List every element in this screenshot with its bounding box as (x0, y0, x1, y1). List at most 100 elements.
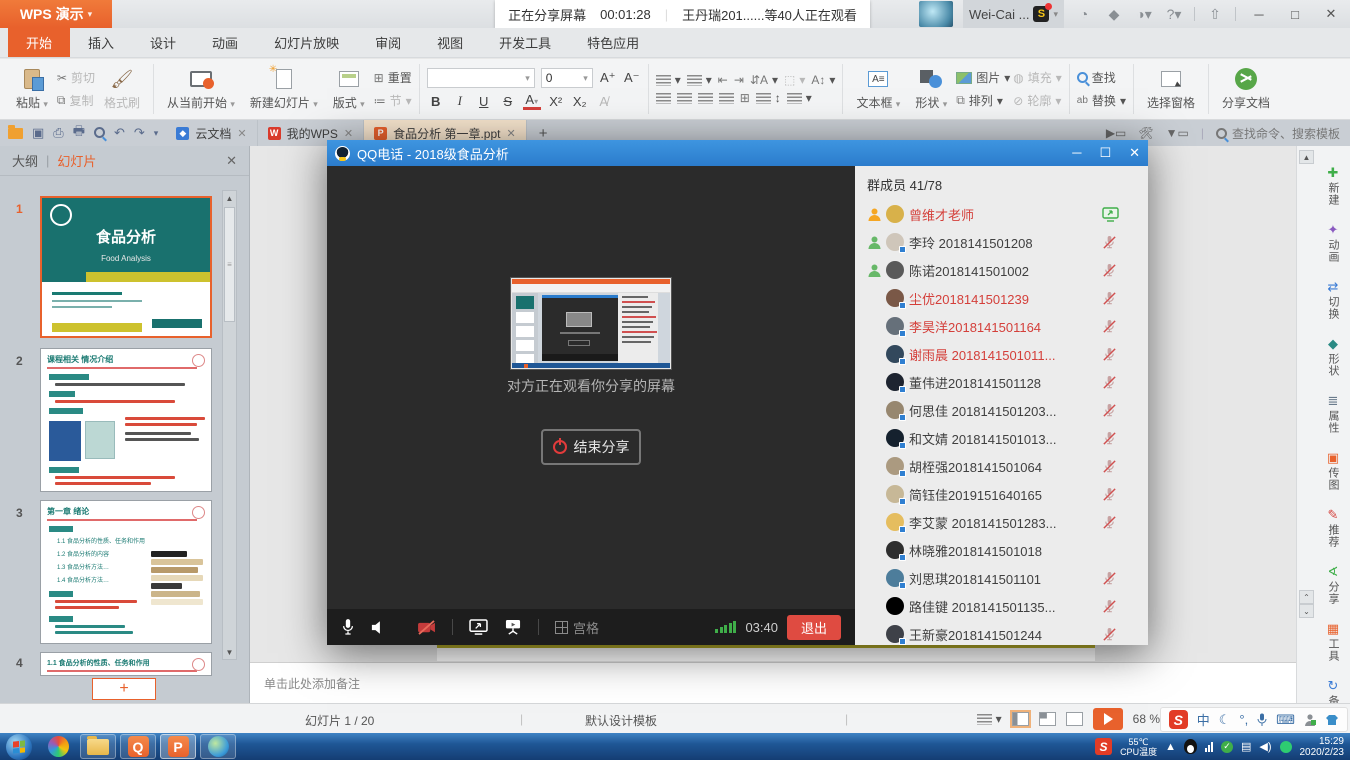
wps-logo[interactable]: WPS 演示▾ (0, 0, 112, 28)
ime-keyboard-icon[interactable]: ⌨ (1276, 712, 1295, 728)
distribute-button[interactable]: ⊞ (740, 91, 750, 105)
tray-green-icon[interactable] (1280, 741, 1292, 753)
tray-sogou-icon[interactable]: S (1095, 738, 1112, 755)
upload-icon[interactable]: ⇧ (1205, 6, 1225, 23)
increase-indent-button[interactable]: ⇥ (734, 73, 744, 87)
tab-outline[interactable]: 大纲 (12, 151, 38, 170)
redo-icon[interactable]: ↷ (134, 125, 145, 141)
qq-minimize-button[interactable]: ─ (1072, 145, 1081, 161)
replace-button[interactable]: ab替换 ▾ (1077, 92, 1126, 109)
ime-punctuation-icon[interactable]: °, (1239, 712, 1248, 727)
qq-close-button[interactable]: ✕ (1129, 145, 1140, 161)
notes-toggle-button[interactable]: ▾ (977, 712, 1002, 726)
menu-tab-5[interactable]: 幻灯片放映 (256, 28, 357, 57)
taskbar-browser-icon[interactable] (200, 734, 236, 759)
account-avatar[interactable] (919, 1, 953, 27)
start-button[interactable] (6, 734, 32, 760)
member-row[interactable]: 林晓雅2018141501018 (855, 536, 1148, 564)
menu-tab-4[interactable]: 动画 (194, 28, 256, 57)
picture-button[interactable]: 图片 ▾ (956, 69, 1010, 86)
tray-qq-icon[interactable] (1184, 739, 1197, 754)
premium-icon[interactable]: ◆ (1104, 6, 1124, 23)
align-center-button[interactable] (677, 93, 692, 104)
member-row[interactable]: 尘优2018141501239 (855, 284, 1148, 312)
previous-slide-icon[interactable]: ⌃ (1299, 590, 1314, 604)
ime-moon-icon[interactable]: ☾ (1219, 712, 1231, 728)
align-right-button[interactable] (698, 93, 713, 104)
paste-button[interactable]: 粘贴 ▾ (10, 62, 54, 116)
mic-icon[interactable] (341, 618, 355, 636)
layout-button[interactable]: 版式 ▾ (327, 62, 371, 116)
superscript-button[interactable]: X² (547, 94, 565, 109)
grid-view-button[interactable]: 宫格 (555, 618, 599, 637)
new-document-tab-button[interactable]: + (527, 125, 560, 142)
font-name-select[interactable]: ▾ (427, 68, 535, 88)
copy-button[interactable]: ⧉复制 (57, 92, 95, 109)
menu-tab-7[interactable]: 视图 (419, 28, 481, 57)
close-icon[interactable]: ✕ (226, 153, 237, 169)
print-icon[interactable]: 🖶 (73, 122, 85, 144)
taskbar-wps-pdf-icon[interactable]: Q (120, 734, 156, 759)
taskbar-wps-presentation-icon[interactable]: P (160, 734, 196, 759)
normal-view-button[interactable] (1012, 712, 1029, 726)
numbering-button[interactable]: ▾ (687, 73, 712, 87)
text-direction-button[interactable]: ⇵A▾ (750, 73, 778, 87)
maximize-button[interactable]: □ (1282, 7, 1308, 22)
add-slide-button[interactable]: + (92, 678, 156, 700)
tray-document-icon[interactable]: ▤ (1241, 740, 1251, 753)
member-row[interactable]: 简钰佳2019151640165 (855, 480, 1148, 508)
find-button[interactable]: 查找 (1077, 69, 1126, 86)
font-color-button[interactable]: A▾ (523, 92, 541, 110)
close-tab-icon[interactable]: ✕ (237, 127, 246, 140)
play-from-current-button[interactable]: 从当前开始 ▾ (161, 62, 241, 116)
design-template-label[interactable]: 默认设计模板 (585, 712, 657, 729)
close-tab-icon[interactable]: ✕ (506, 127, 515, 140)
zoom-level[interactable]: 68 % (1133, 712, 1160, 726)
section-button[interactable]: ≔节 ▾ (374, 92, 412, 109)
member-row[interactable]: 李昊洋2018141501164 (855, 312, 1148, 340)
bullets-button[interactable]: ▾ (656, 73, 681, 87)
slide-sorter-view-button[interactable] (1039, 712, 1056, 726)
folder-mini-icon[interactable]: ▼▭ (1166, 126, 1189, 140)
menu-tab-9[interactable]: 特色应用 (569, 28, 657, 57)
whiteboard-icon[interactable] (504, 619, 522, 635)
increase-font-button[interactable]: A⁺ (599, 70, 617, 86)
member-row[interactable]: 路佳键 2018141501135... (855, 592, 1148, 620)
speaker-icon[interactable] (371, 620, 387, 635)
scroll-down-icon[interactable]: ▼ (223, 645, 236, 659)
italic-button[interactable]: I (451, 93, 469, 109)
new-slide-button[interactable]: 新建幻灯片 ▾ (244, 62, 324, 116)
share-document-button[interactable]: 分享文档 (1216, 62, 1276, 116)
subscript-button[interactable]: X₂ (571, 94, 589, 109)
tray-volume-icon[interactable]: ◀) (1259, 740, 1271, 753)
sogou-ime-icon[interactable]: S (1169, 710, 1188, 729)
qq-title-bar[interactable]: QQ电话 - 2018级食品分析 ─ ☐ ✕ (327, 140, 1148, 166)
para-spacing-button[interactable]: ▾ (787, 91, 812, 105)
next-slide-icon[interactable]: ⌄ (1299, 604, 1314, 618)
ime-mic-icon[interactable] (1257, 713, 1267, 727)
reading-view-button[interactable] (1066, 712, 1083, 726)
command-search-input[interactable]: 查找命令、搜索模板 (1216, 125, 1340, 142)
minimize-button[interactable]: ─ (1246, 7, 1272, 22)
help-icon[interactable]: ?▾ (1164, 6, 1184, 23)
member-row[interactable]: 刘思琪2018141501101 (855, 564, 1148, 592)
arrange-button[interactable]: ⧉排列 ▾ (956, 92, 1010, 109)
cut-button[interactable]: ✂剪切 (57, 69, 95, 86)
tray-network-icon[interactable] (1205, 742, 1213, 752)
undo-icon[interactable]: ↶ (114, 125, 125, 141)
close-button[interactable]: ✕ (1318, 6, 1344, 22)
tools-mini-icon[interactable]: 🛠 (1138, 126, 1153, 140)
tray-clock[interactable]: 15:292020/2/23 (1300, 736, 1345, 758)
member-row[interactable]: 王新豪2018141501244 (855, 620, 1148, 645)
justify-button[interactable] (719, 93, 734, 104)
tray-antivirus-icon[interactable]: ✓ (1221, 741, 1233, 753)
strikethrough-button[interactable]: S (499, 94, 517, 109)
print-preview-icon[interactable] (94, 126, 105, 141)
taskbar-explorer-icon[interactable] (80, 734, 116, 759)
taskbar-messenger-icon[interactable] (40, 734, 76, 759)
slide-thumbnail-4[interactable]: 1.1 食品分析的性质、任务和作用 (40, 652, 212, 676)
scrollbar-thumb[interactable]: ≡ (224, 207, 235, 322)
align-left-button[interactable] (656, 93, 671, 104)
sidebar-tool-动画[interactable]: ✦动画 (1317, 223, 1349, 263)
slide-thumbnail-3[interactable]: 第一章 绪论 1.1 食品分析的性质、任务和作用1.2 食品分析的内容1.3 食… (40, 500, 212, 644)
